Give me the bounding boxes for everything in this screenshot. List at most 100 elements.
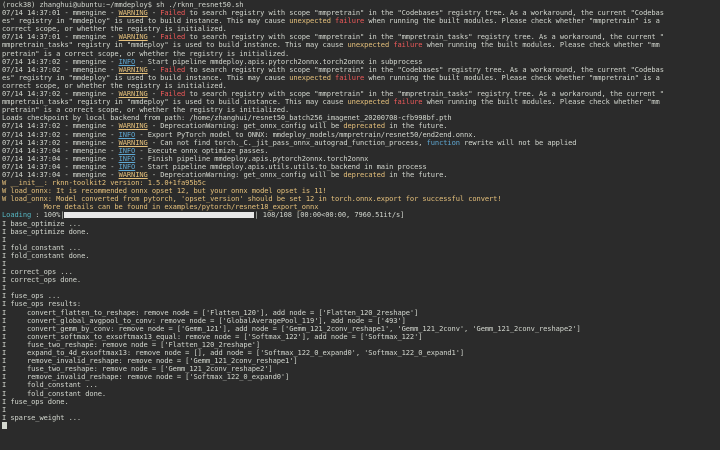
line-text: More details can be found in examples/py… xyxy=(2,203,319,212)
line-text: I fuse_ops done. xyxy=(2,397,69,406)
line-text: I remove_invalid_reshape: remove node = … xyxy=(2,357,298,366)
line-text: - xyxy=(147,33,161,42)
line-text: rewrite will not be applied xyxy=(459,138,577,147)
line-text: mmpretrain_tasks" registry in "mmdeploy"… xyxy=(2,41,348,50)
line-text: unexpected xyxy=(347,98,390,107)
line-text: unexpected xyxy=(289,17,331,26)
line-text: 07/14 14:37:04 - mmengine - xyxy=(2,146,119,155)
terminal-line: I fold_constant ... xyxy=(2,381,718,389)
line-text: I fuse_ops ... xyxy=(2,292,61,301)
terminal-line: I fuse_ops done. xyxy=(2,398,718,406)
line-text: I correct_ops done. xyxy=(2,276,82,285)
warning-label: WARNING xyxy=(118,138,148,147)
terminal-line: 07/14 14:37:02 - mmengine - WARNING - Ca… xyxy=(2,139,718,147)
failure-text: Failed xyxy=(160,65,186,74)
terminal-line: 07/14 14:37:04 - mmengine - WARNING - De… xyxy=(2,171,718,179)
line-text: 07/14 14:37:02 - mmengine - xyxy=(2,57,119,66)
line-text: es" registry in "mmdeploy" is used to bu… xyxy=(2,73,290,82)
line-text: 07/14 14:37:01 - mmengine - xyxy=(2,33,119,42)
terminal-line: I convert_flatten_to_reshape: remove nod… xyxy=(2,309,718,317)
line-text: - Start pipeline mmdeploy.apis.utils.uti… xyxy=(135,162,427,171)
terminal-line: I fuse_two_reshape: remove node = ['Gemm… xyxy=(2,365,718,373)
line-text: 07/14 14:37:02 - mmengine - xyxy=(2,90,119,99)
line-text: I xyxy=(2,405,7,414)
line-text: I xyxy=(2,235,7,244)
warning-label: WARNING xyxy=(118,170,148,179)
warning-label: WARNING xyxy=(118,65,148,74)
line-text: I xyxy=(2,260,7,268)
line-text: when running the built modules. Please c… xyxy=(364,73,660,82)
line-text: correct scope, or whether the registry i… xyxy=(2,25,227,34)
line-text: I fold_constant done. xyxy=(2,251,90,260)
line-text: I base_optimize done. xyxy=(2,227,90,236)
line-text: - Can not find torch._C._jit_pass_onnx_a… xyxy=(147,138,427,147)
line-text: I convert_flatten_to_reshape: remove nod… xyxy=(2,308,419,317)
line-text: 07/14 14:37:02 - mmengine - xyxy=(2,138,119,147)
terminal-line: I convert_softmax_to_exsoftmax13_equal: … xyxy=(2,333,718,341)
terminal-line: W __init__: rknn-toolkit2 version: 1.5.0… xyxy=(2,179,718,187)
terminal-line: I fold_constant ... xyxy=(2,244,718,252)
terminal-line: 07/14 14:37:02 - mmengine - WARNING - Fa… xyxy=(2,90,718,98)
terminal-line: mmpretrain_tasks" registry in "mmdeploy"… xyxy=(2,98,718,106)
terminal-line: 07/14 14:37:04 - mmengine - INFO - Start… xyxy=(2,163,718,171)
line-text: - Execute onnx optimize passes. xyxy=(135,146,269,155)
line-text: to search registry with scope "mmpretrai… xyxy=(185,33,664,42)
terminal-line: I fuse_two_reshape: remove node = ['Flat… xyxy=(2,341,718,349)
terminal-line: I base_optimize ... xyxy=(2,220,718,228)
line-text: 07/14 14:37:04 - mmengine - xyxy=(2,162,119,171)
line-text: - Start pipeline mmdeploy.apis.pytorch2o… xyxy=(135,57,423,66)
terminal-line: es" registry in "mmdeploy" is used to bu… xyxy=(2,74,718,82)
line-text: I xyxy=(2,284,7,293)
info-label: INFO xyxy=(118,57,136,66)
line-text: 07/14 14:37:02 - mmengine - xyxy=(2,122,119,131)
line-text: - Export PyTorch model to ONNX: mmdeploy… xyxy=(135,130,477,139)
line-text: I fuse_two_reshape: remove node = ['Gemm… xyxy=(2,365,273,374)
warning-label: WARNING xyxy=(118,90,148,99)
line-text: pretrain" is a correct scope, or whether… xyxy=(2,49,290,58)
failure-text: failure xyxy=(335,73,365,82)
line-text: I sparse_weight ... xyxy=(2,413,82,422)
failure-text: failure xyxy=(393,98,423,107)
terminal-line: 07/14 14:37:04 - mmengine - INFO - Finis… xyxy=(2,155,718,163)
line-text: I remove_invalid_reshape: remove node = … xyxy=(2,373,290,382)
line-text: I fuse_two_reshape: remove node = ['Flat… xyxy=(2,340,261,349)
info-label: INFO xyxy=(118,130,136,139)
line-text: I fuse_ops results: xyxy=(2,300,82,309)
info-label: INFO xyxy=(118,162,136,171)
line-text: - xyxy=(147,9,161,18)
terminal-line: 07/14 14:37:01 - mmengine - WARNING - Fa… xyxy=(2,33,718,41)
failure-text: failure xyxy=(335,17,365,26)
line-text: deprecated xyxy=(343,170,385,179)
line-text: 07/14 14:37:04 - mmengine - xyxy=(2,170,119,179)
terminal-line: pretrain" is a correct scope, or whether… xyxy=(2,50,718,58)
terminal-line: 07/14 14:37:02 - mmengine - WARNING - Fa… xyxy=(2,66,718,74)
line-text: - Finish pipeline mmdeploy.apis.pytorch2… xyxy=(135,154,369,163)
line-text: es" registry in "mmdeploy" is used to bu… xyxy=(2,17,290,26)
line-text: mmpretrain_tasks" registry in "mmdeploy"… xyxy=(2,98,348,107)
line-text: Loads checkpoint by local backend from p… xyxy=(2,114,452,123)
terminal-line: Loads checkpoint by local backend from p… xyxy=(2,114,718,122)
terminal-line: correct scope, or whether the registry i… xyxy=(2,82,718,90)
terminal-line: I remove_invalid_reshape: remove node = … xyxy=(2,373,718,381)
line-text: function xyxy=(426,138,460,147)
line-text: W load_onnx: It is recommended onnx opse… xyxy=(2,187,327,196)
terminal-line: I remove_invalid_reshape: remove node = … xyxy=(2,357,718,365)
terminal-line: W load_onnx: It is recommended onnx opse… xyxy=(2,187,718,195)
line-text: 07/14 14:37:01 - mmengine - xyxy=(2,9,119,18)
terminal-line: W load_onnx: Model converted from pytorc… xyxy=(2,195,718,203)
line-text: - xyxy=(147,90,161,99)
terminal-line: I fold_constant done. xyxy=(2,252,718,260)
failure-text: failure xyxy=(393,41,423,50)
line-text: correct scope, or whether the registry i… xyxy=(2,81,227,90)
info-label: INFO xyxy=(118,146,136,155)
progress-bar xyxy=(64,212,255,219)
line-text: unexpected xyxy=(289,73,331,82)
line-text: when running the built modules. Please c… xyxy=(364,17,660,26)
line-text: (rock38) zhanghui@ubuntu:~/mmdeploy$ sh … xyxy=(2,1,244,9)
warning-label: WARNING xyxy=(118,122,148,131)
terminal-line: Loading : 100%| | 108/108 [00:00<00:00, 7… xyxy=(2,211,718,219)
terminal-line: I fuse_ops ... xyxy=(2,292,718,300)
terminal-window[interactable]: (rock38) zhanghui@ubuntu:~/mmdeploy$ sh … xyxy=(0,0,720,450)
line-text: I convert_softmax_to_exsoftmax13_equal: … xyxy=(2,332,423,341)
line-text: to search registry with scope "mmpretrai… xyxy=(185,65,664,74)
